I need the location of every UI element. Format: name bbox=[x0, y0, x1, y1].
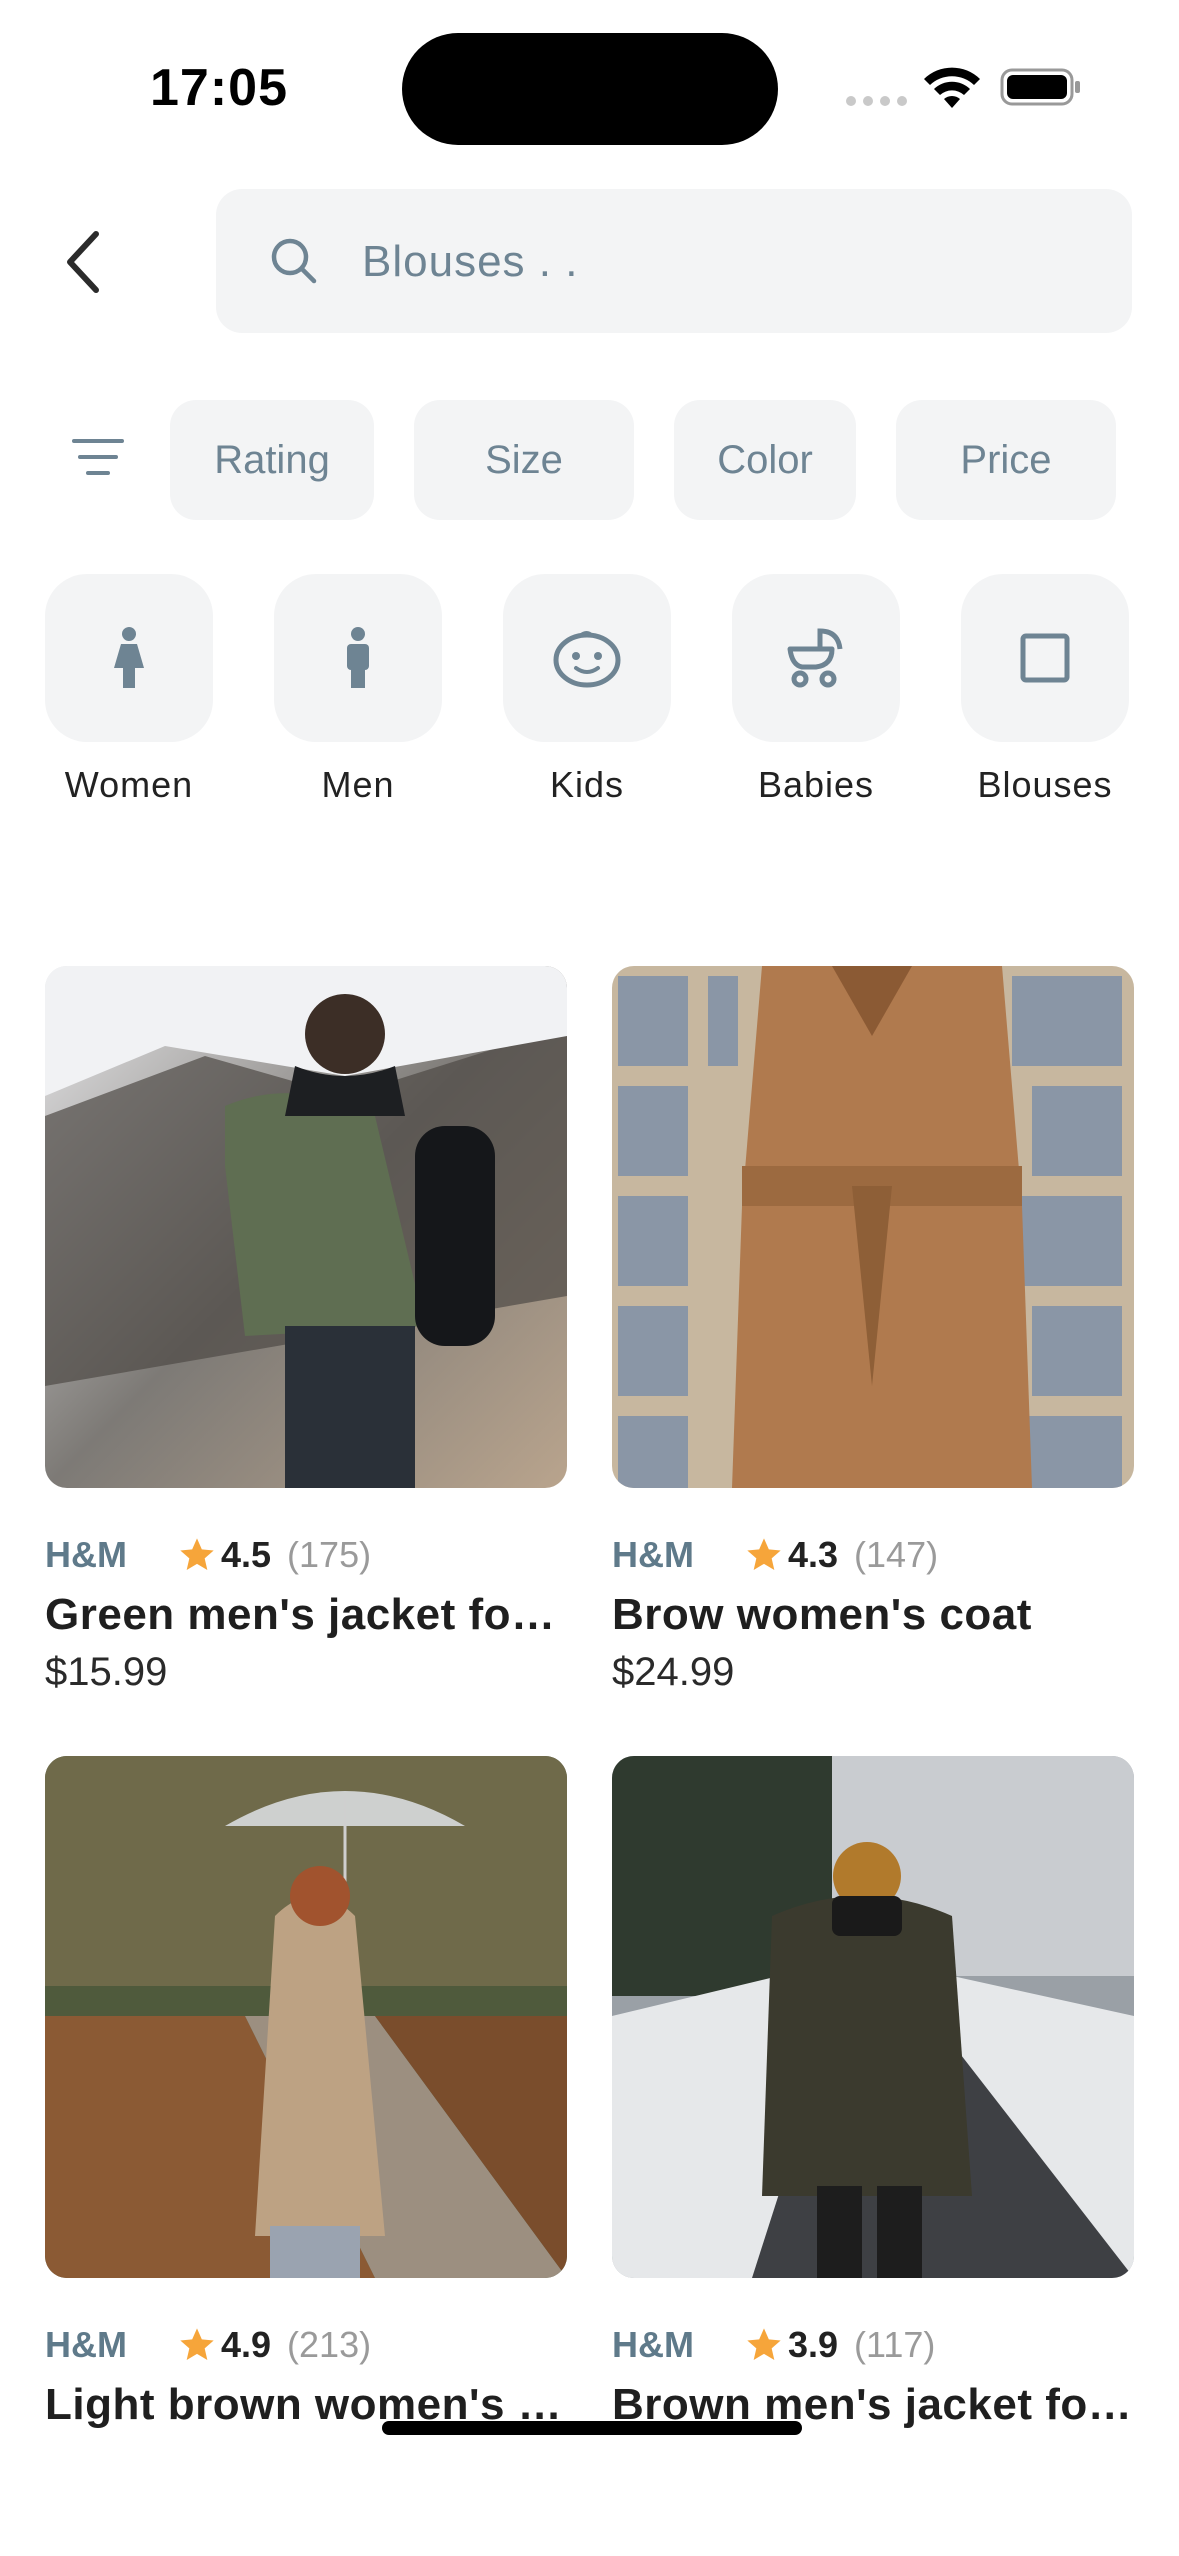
category-men[interactable]: Men bbox=[274, 574, 442, 806]
product-card[interactable]: H&M 4.3 (147) Brow women's coat $24.99 bbox=[612, 966, 1134, 1695]
search-input[interactable]: Blouses . . bbox=[216, 189, 1132, 333]
dynamic-island bbox=[402, 33, 778, 145]
man-icon bbox=[347, 627, 369, 688]
category-label: Kids bbox=[549, 764, 625, 805]
category-label: Babies bbox=[757, 764, 875, 805]
filter-chip-color[interactable]: Color bbox=[674, 400, 856, 520]
product-name: Green men's jacket for winter bbox=[45, 1590, 567, 1639]
product-price: $24.99 bbox=[612, 1650, 735, 1694]
product-review-count: (117) bbox=[854, 2324, 936, 2365]
stroller-icon bbox=[787, 628, 843, 688]
wifi-icon bbox=[924, 67, 980, 108]
product-name: Brow women's coat bbox=[612, 1590, 1032, 1639]
product-price: $15.99 bbox=[45, 1650, 168, 1694]
product-rating: 4.9 bbox=[220, 2324, 272, 2365]
star-icon bbox=[180, 1538, 214, 1570]
product-rating: 4.3 bbox=[787, 1534, 839, 1575]
bottom-safe-area bbox=[0, 2455, 1179, 2556]
star-icon bbox=[747, 2328, 781, 2360]
cellular-signal-icon bbox=[846, 96, 907, 106]
category-label: Women bbox=[64, 764, 194, 805]
woman-icon bbox=[114, 627, 144, 688]
product-card[interactable]: H&M 4.5 (175) Green men's jacket for win… bbox=[45, 966, 567, 1695]
product-review-count: (175) bbox=[287, 1534, 372, 1575]
product-review-count: (147) bbox=[854, 1534, 939, 1575]
category-blouses[interactable]: Blouses bbox=[961, 574, 1129, 806]
home-indicator[interactable] bbox=[382, 2421, 802, 2435]
chevron-left-icon bbox=[67, 231, 99, 293]
product-image bbox=[612, 966, 1134, 1488]
status-time: 17:05 bbox=[150, 59, 288, 117]
product-brand: H&M bbox=[45, 1534, 127, 1575]
child-face-icon bbox=[553, 631, 621, 688]
filter-chip-price[interactable]: Price bbox=[896, 400, 1116, 520]
product-card[interactable]: H&M 3.9 (117) Brown men's jacket for win… bbox=[612, 1756, 1134, 2440]
category-women[interactable]: Women bbox=[45, 574, 213, 806]
category-label: Men bbox=[321, 764, 395, 805]
star-icon bbox=[180, 2328, 214, 2360]
product-meta: H&M 4.5 (175) bbox=[45, 1534, 567, 1576]
category-babies[interactable]: Babies bbox=[732, 574, 900, 806]
category-kids[interactable]: Kids bbox=[503, 574, 671, 806]
square-icon bbox=[1020, 633, 1070, 683]
product-image bbox=[612, 1756, 1134, 2278]
product-brand: H&M bbox=[612, 1534, 694, 1575]
product-review-count: (213) bbox=[287, 2324, 372, 2365]
back-button[interactable] bbox=[52, 222, 112, 302]
filter-chip-rating[interactable]: Rating bbox=[170, 400, 374, 520]
search-placeholder: Blouses . . bbox=[362, 237, 579, 286]
filter-icon[interactable] bbox=[70, 435, 126, 479]
product-meta: H&M 4.9 (213) bbox=[45, 2324, 567, 2366]
product-card[interactable]: H&M 4.9 (213) Light brown women's trench… bbox=[45, 1756, 567, 2440]
product-brand: H&M bbox=[612, 2324, 694, 2365]
filter-chip-size[interactable]: Size bbox=[414, 400, 634, 520]
product-rating: 3.9 bbox=[787, 2324, 839, 2365]
product-brand: H&M bbox=[45, 2324, 127, 2365]
product-rating: 4.5 bbox=[220, 1534, 272, 1575]
product-meta: H&M 4.3 (147) bbox=[612, 1534, 1134, 1576]
product-meta: H&M 3.9 (117) bbox=[612, 2324, 1134, 2366]
battery-icon bbox=[1000, 68, 1080, 106]
product-image bbox=[45, 1756, 567, 2278]
star-icon bbox=[747, 1538, 781, 1570]
search-icon bbox=[271, 238, 317, 284]
product-image bbox=[45, 966, 567, 1488]
category-label: Blouses bbox=[977, 764, 1113, 805]
